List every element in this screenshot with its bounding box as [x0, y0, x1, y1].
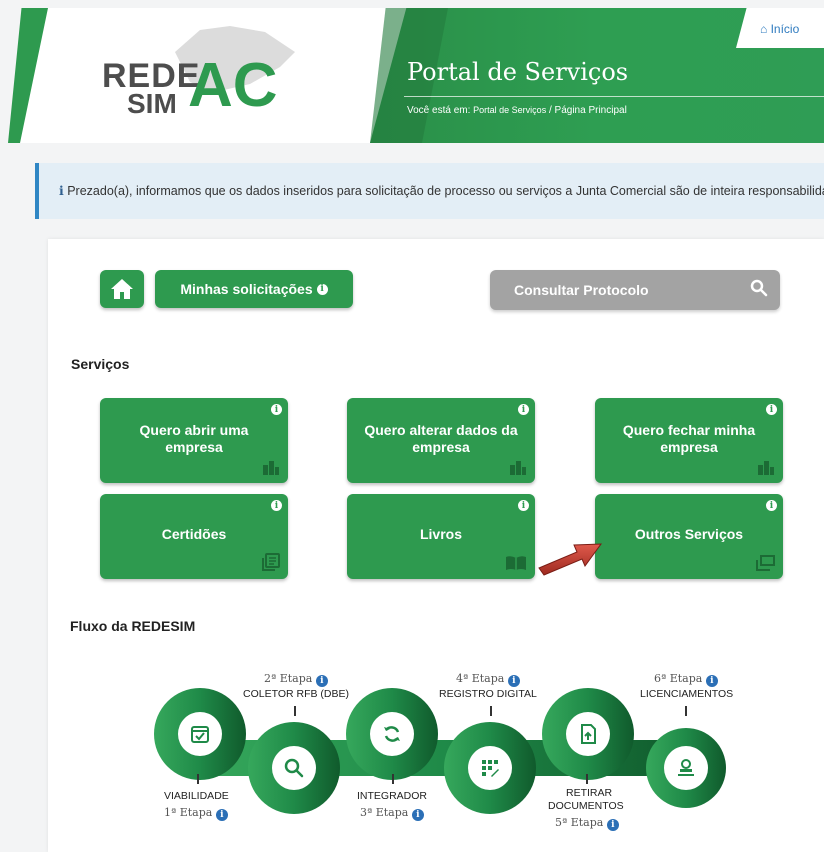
buildings-icon [758, 461, 774, 475]
logo-text-ac: AC [188, 51, 278, 120]
info-icon[interactable]: i [315, 675, 328, 687]
step-etapa: 5ª Etapa i [555, 816, 619, 831]
minhas-solicitacoes-button[interactable]: Minhas solicitações i [155, 270, 353, 308]
step-etapa: 2ª Etapa i [264, 672, 328, 687]
info-icon[interactable]: i [507, 675, 520, 687]
home-icon [111, 279, 133, 299]
info-icon[interactable]: i [316, 283, 328, 295]
service-alterar-dados[interactable]: i Quero alterar dados da empresa [347, 398, 535, 483]
digital-sign-icon [482, 760, 499, 777]
step-documentos-label: DOCUMENTOS [548, 800, 624, 812]
step-etapa: 3ª Etapa i [360, 806, 424, 821]
home-icon: ⌂ [760, 22, 768, 36]
info-icon[interactable]: i [606, 819, 619, 831]
documents-icon [262, 553, 280, 571]
buildings-icon [263, 461, 279, 475]
buildings-icon [510, 461, 526, 475]
service-abrir-empresa[interactable]: i Quero abrir uma empresa [100, 398, 288, 483]
breadcrumb-portal[interactable]: Portal de Serviços [473, 105, 546, 115]
header-divider [404, 96, 824, 97]
step-tick [294, 706, 296, 716]
breadcrumb-current: Página Principal [554, 105, 627, 116]
service-livros[interactable]: i Livros [347, 494, 535, 579]
step-registro-label: REGISTRO DIGITAL [439, 688, 537, 700]
fluxo-heading: Fluxo da REDESIM [70, 618, 196, 634]
book-icon [506, 556, 526, 570]
step-licenciamentos-label: LICENCIAMENTOS [640, 688, 734, 700]
service-certidoes[interactable]: i Certidões [100, 494, 288, 579]
header-banner: REDE SIM AC ⌂ Início Portal de Serviços … [0, 0, 824, 143]
fluxo-diagram [154, 688, 726, 814]
info-icon[interactable]: i [271, 404, 282, 415]
home-button[interactable] [100, 270, 144, 308]
step-etapa: 4ª Etapa i [456, 672, 520, 687]
info-icon[interactable]: i [411, 809, 424, 821]
info-alert: i Prezado(a), informamos que os dados in… [35, 163, 824, 219]
step-etapa: 6ª Etapa i [654, 672, 718, 687]
info-icon[interactable]: i [766, 500, 777, 511]
service-fechar-empresa[interactable]: i Quero fechar minha empresa [595, 398, 783, 483]
step-integrador-label: INTEGRADOR [357, 790, 428, 802]
calendar-check-icon [191, 726, 209, 743]
service-outros-servicos[interactable]: i Outros Serviços [595, 494, 783, 579]
step-coletor-label: COLETOR RFB (DBE) [243, 688, 349, 700]
windows-icon [756, 555, 775, 571]
step-tick [197, 774, 199, 784]
breadcrumb: Você está em: Portal de Serviços / Págin… [407, 105, 627, 116]
info-icon[interactable]: i [766, 404, 777, 415]
info-icon[interactable]: i [705, 675, 718, 687]
search-icon [750, 279, 768, 297]
search-icon [284, 758, 304, 778]
page-title: Portal de Serviços [407, 58, 629, 86]
consultar-protocolo-button[interactable]: Consultar Protocolo [490, 270, 780, 310]
step-tick [490, 706, 492, 716]
servicos-heading: Serviços [71, 356, 130, 372]
step-tick [685, 706, 687, 716]
step-etapa: 1ª Etapa i [164, 806, 228, 821]
logo-text-sim: SIM [127, 88, 177, 119]
stamp-icon [678, 759, 694, 776]
step-viabilidade-label: VIABILIDADE [164, 790, 229, 802]
pointer-arrow-icon [538, 543, 603, 576]
info-icon[interactable]: i [215, 809, 228, 821]
step-tick [392, 774, 394, 784]
info-icon[interactable]: i [271, 500, 282, 511]
alert-text: Prezado(a), informamos que os dados inse… [63, 184, 824, 198]
inicio-link[interactable]: ⌂ Início [760, 22, 799, 36]
sync-icon [384, 726, 400, 742]
file-upload-icon [581, 724, 596, 744]
step-tick [586, 774, 588, 784]
step-retirar-label: RETIRAR [566, 787, 613, 799]
info-icon[interactable]: i [518, 404, 529, 415]
info-icon[interactable]: i [518, 500, 529, 511]
